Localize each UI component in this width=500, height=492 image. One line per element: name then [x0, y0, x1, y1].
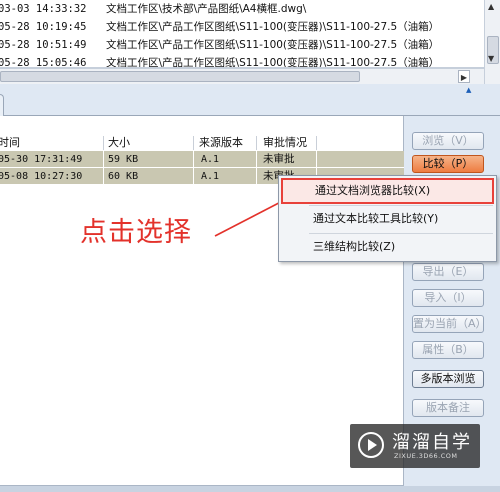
menu-item-compare-via-text-tool[interactable]: 通过文本比较工具比较(Y) — [281, 206, 494, 232]
play-icon — [358, 432, 384, 458]
annotation-label: 点击选择 — [80, 217, 192, 248]
menu-item-3d-structure-compare[interactable]: 三维结构比较(Z) — [281, 234, 494, 260]
menu-item-compare-via-document-browser[interactable]: 通过文档浏览器比较(X) — [281, 178, 494, 204]
compare-context-menu: 通过文档浏览器比较(X) 通过文本比较工具比较(Y) 三维结构比较(Z) — [278, 175, 497, 262]
watermark-logo: 溜溜自学 ZIXUE.3D66.COM — [350, 424, 480, 468]
watermark-url: ZIXUE.3D66.COM — [394, 452, 458, 460]
status-bar — [0, 486, 500, 492]
watermark-name: 溜溜自学 — [392, 432, 472, 453]
